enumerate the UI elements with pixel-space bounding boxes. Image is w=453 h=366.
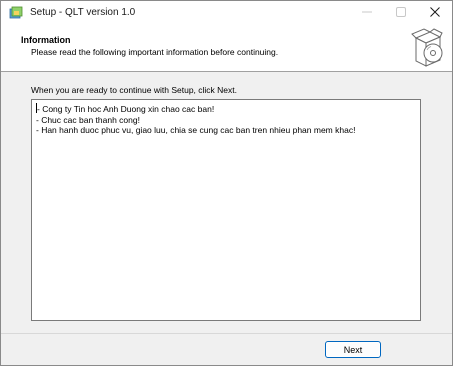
page-subtitle: Please read the following important info… <box>31 47 279 57</box>
header-panel: Information Please read the following im… <box>1 25 452 72</box>
close-button[interactable] <box>418 1 452 25</box>
information-memo[interactable]: - Cong ty Tin hoc Anh Duong xin chao cac… <box>31 99 421 321</box>
memo-line: - Han hanh duoc phuc vu, giao luu, chia … <box>36 125 356 135</box>
memo-line-text: - Cong ty Tin hoc Anh Duong xin chao cac… <box>37 104 215 114</box>
memo-line: - Cong ty Tin hoc Anh Duong xin chao cac… <box>36 103 416 115</box>
memo-line: - Chuc cac ban thanh cong! <box>36 114 140 125</box>
setup-window: Setup - QLT version 1.0 Information Plea… <box>0 0 453 366</box>
title-bar[interactable]: Setup - QLT version 1.0 <box>1 1 452 25</box>
instruction-text: When you are ready to continue with Setu… <box>31 85 237 95</box>
minimize-icon <box>362 7 372 19</box>
close-icon <box>430 7 440 19</box>
page-title: Information <box>21 35 71 45</box>
software-box-cd-icon <box>408 28 444 70</box>
minimize-button[interactable] <box>350 1 384 25</box>
maximize-button[interactable] <box>384 1 418 25</box>
next-button[interactable]: Next <box>325 341 381 358</box>
window-title: Setup - QLT version 1.0 <box>30 7 136 18</box>
footer-divider <box>1 333 452 334</box>
maximize-icon <box>396 7 406 19</box>
setup-app-icon <box>9 6 23 20</box>
